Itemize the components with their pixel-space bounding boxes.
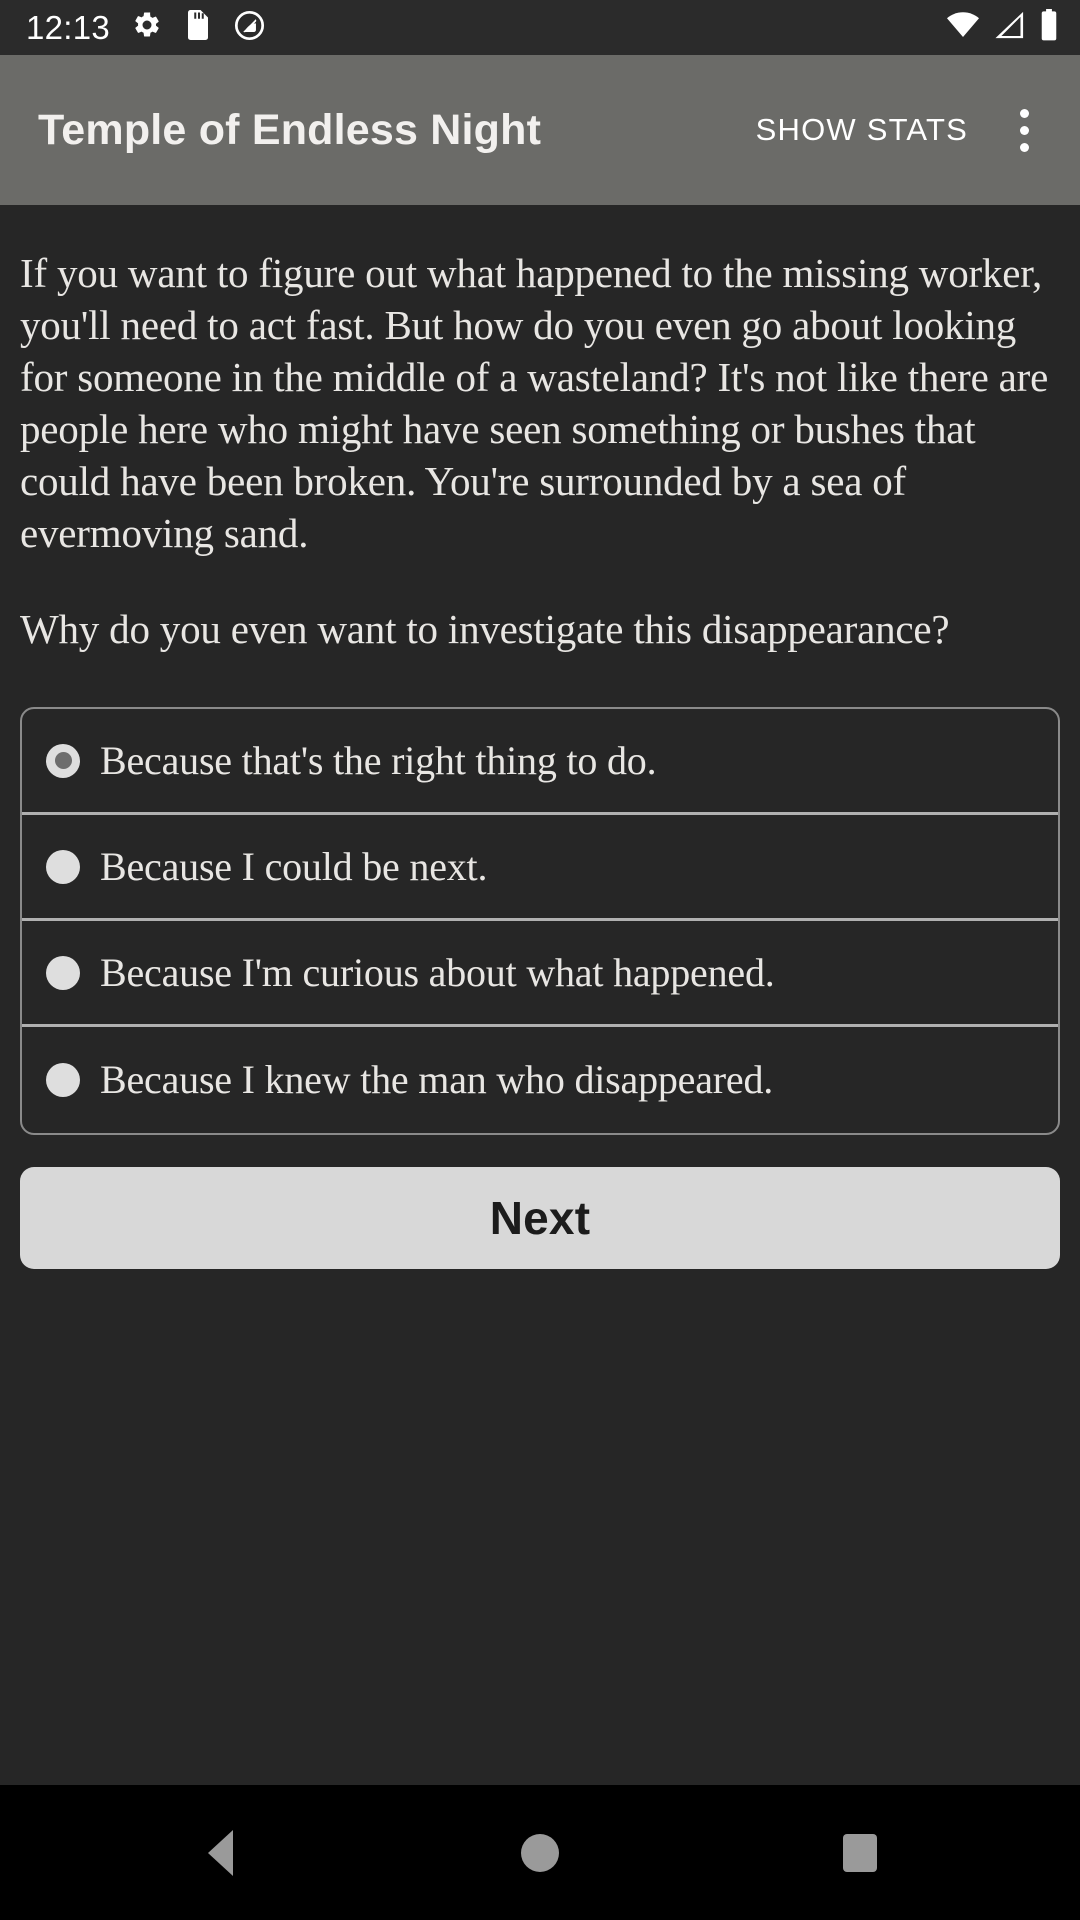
- choice-option-1-label: Because that's the right thing to do.: [100, 737, 657, 783]
- show-stats-button[interactable]: SHOW STATS: [738, 98, 986, 162]
- cellular-signal-icon: [994, 11, 1026, 44]
- more-vert-icon[interactable]: [986, 92, 1062, 168]
- nav-back-button[interactable]: [140, 1785, 300, 1920]
- radio-button-4[interactable]: [46, 1063, 80, 1098]
- status-bar-left: 12:13: [26, 10, 265, 46]
- page-title: Temple of Endless Night: [38, 105, 542, 154]
- settings-gear-icon: [132, 10, 162, 45]
- choice-option-3[interactable]: Because I'm curious about what happened.: [22, 921, 1058, 1028]
- choice-option-2[interactable]: Because I could be next.: [22, 815, 1058, 922]
- more-dot-1: [1019, 108, 1029, 118]
- app-bar-actions: SHOW STATS: [738, 92, 1062, 168]
- choice-option-4-label: Because I knew the man who disappeared.: [100, 1057, 774, 1103]
- sd-card-icon: [184, 10, 212, 45]
- recents-square-icon: [843, 1833, 877, 1872]
- status-bar: 12:13: [0, 0, 1080, 55]
- status-bar-right: [946, 9, 1058, 46]
- next-button[interactable]: Next: [20, 1167, 1060, 1270]
- more-dot-2: [1019, 125, 1029, 135]
- status-clock: 12:13: [26, 9, 111, 46]
- story-question: Why do you even want to investigate this…: [20, 606, 950, 653]
- radio-button-1[interactable]: [46, 743, 80, 778]
- home-circle-icon: [521, 1833, 559, 1872]
- choice-option-4[interactable]: Because I knew the man who disappeared.: [22, 1027, 1058, 1133]
- story-paragraph: If you want to figure out what happened …: [20, 250, 1049, 557]
- android-navigation-bar: [0, 1785, 1080, 1920]
- choice-option-1[interactable]: Because that's the right thing to do.: [22, 709, 1058, 816]
- nav-recents-button[interactable]: [780, 1785, 940, 1920]
- more-dot-3: [1019, 142, 1029, 152]
- choice-option-2-label: Because I could be next.: [100, 843, 488, 889]
- radio-button-3[interactable]: [46, 955, 80, 990]
- radio-button-2[interactable]: [46, 849, 80, 884]
- phone-screen: 12:13 Temple of Endless Night SHOW STATS…: [0, 0, 1080, 1920]
- choice-option-3-label: Because I'm curious about what happened.: [100, 949, 775, 995]
- back-triangle-icon: [207, 1829, 233, 1876]
- wifi-icon: [946, 11, 980, 44]
- app-bar: Temple of Endless Night SHOW STATS: [0, 55, 1080, 205]
- nav-home-button[interactable]: [460, 1785, 620, 1920]
- battery-icon: [1040, 9, 1058, 46]
- choice-list: Because that's the right thing to do. Be…: [20, 707, 1060, 1136]
- do-not-disturb-icon: [234, 10, 265, 46]
- story-content: If you want to figure out what happened …: [0, 205, 1080, 1785]
